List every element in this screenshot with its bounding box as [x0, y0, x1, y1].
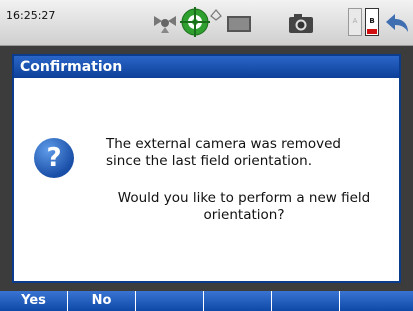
yes-button[interactable]: Yes: [0, 291, 68, 311]
softkey-4[interactable]: [204, 291, 272, 311]
gps-icon[interactable]: [152, 12, 178, 34]
confirmation-dialog: Confirmation ? The external camera was r…: [12, 54, 401, 283]
card-icon[interactable]: [226, 15, 252, 33]
status-bar: 16:25:27 A B: [0, 0, 413, 46]
battery-icon[interactable]: B: [365, 8, 379, 36]
target-icon[interactable]: [180, 7, 210, 37]
no-button[interactable]: No: [68, 291, 136, 311]
radio-icon: [210, 9, 222, 21]
softkey-3[interactable]: [136, 291, 204, 311]
dialog-title: Confirmation: [14, 56, 399, 78]
back-icon[interactable]: [384, 12, 410, 34]
dialog-question: Would you like to perform a new field or…: [117, 190, 371, 223]
dialog-body: ? The external camera was removed since …: [14, 78, 399, 281]
dialog-message: The external camera was removed since th…: [106, 136, 341, 169]
spare-battery-icon: A: [348, 8, 362, 36]
clock: 16:25:27: [6, 9, 56, 22]
camera-icon[interactable]: [287, 12, 315, 34]
softkey-5[interactable]: [272, 291, 340, 311]
softkey-6[interactable]: [340, 291, 413, 311]
softkey-bar: Yes No: [0, 291, 413, 311]
question-icon: ?: [34, 138, 74, 178]
